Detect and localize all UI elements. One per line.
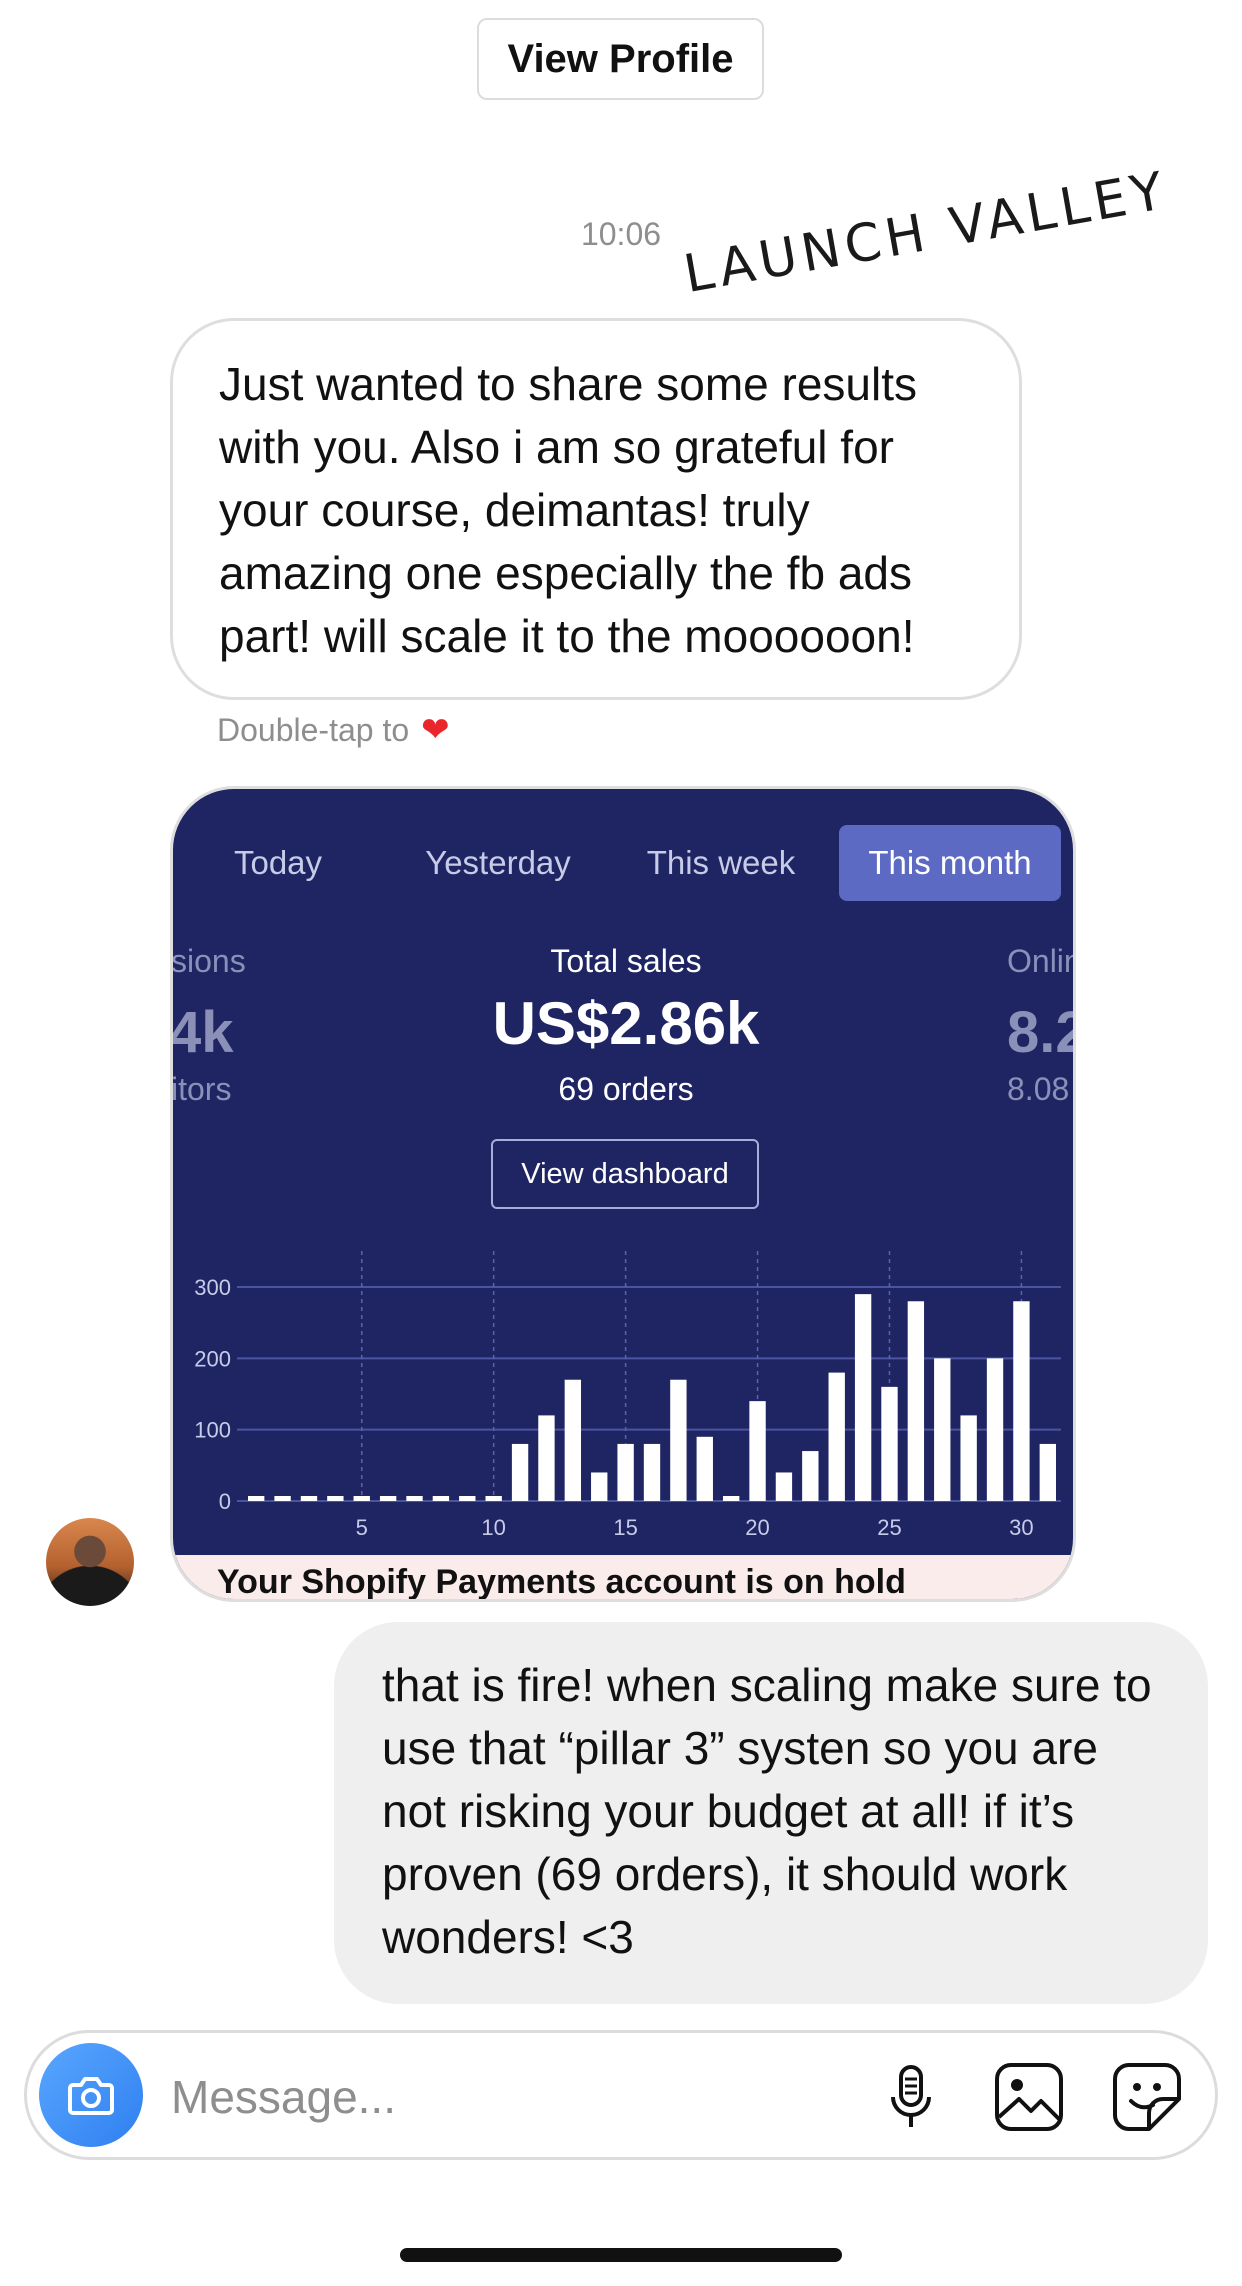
bar-zero <box>406 1496 423 1501</box>
microphone-icon[interactable] <box>875 2061 947 2133</box>
sticker-icon[interactable] <box>1111 2061 1183 2133</box>
bar-zero <box>248 1496 265 1501</box>
camera-button[interactable] <box>39 2043 143 2147</box>
heart-icon[interactable]: ❤ <box>421 710 450 750</box>
card-footer-text: Your Shopify Payments account is on hold <box>217 1563 906 1601</box>
bar <box>1013 1301 1030 1501</box>
x-tick-label: 25 <box>877 1515 901 1540</box>
bar <box>881 1386 898 1501</box>
bar <box>617 1443 634 1501</box>
bar <box>828 1372 845 1501</box>
x-tick-label: 30 <box>1009 1515 1033 1540</box>
message-input[interactable] <box>169 2061 733 2133</box>
bar <box>802 1451 819 1501</box>
x-tick-label: 10 <box>481 1515 505 1540</box>
bar-zero <box>485 1496 502 1501</box>
y-tick-label: 300 <box>194 1275 231 1300</box>
bar <box>591 1472 608 1501</box>
bar-zero <box>459 1496 476 1501</box>
bar-zero <box>300 1496 318 1501</box>
view-profile-button[interactable]: View Profile <box>477 18 764 100</box>
bar <box>696 1436 713 1501</box>
bar <box>670 1379 687 1501</box>
bar-zero <box>327 1496 344 1501</box>
bar <box>934 1358 951 1501</box>
x-tick-label: 15 <box>613 1515 637 1540</box>
home-indicator <box>400 2248 842 2262</box>
bar <box>775 1472 793 1501</box>
avatar[interactable] <box>46 1518 134 1606</box>
bar <box>749 1401 766 1501</box>
y-tick-label: 100 <box>194 1418 231 1443</box>
bar-zero <box>432 1496 450 1501</box>
x-tick-label: 5 <box>356 1515 368 1540</box>
camera-icon <box>68 2077 114 2115</box>
bar-zero <box>274 1496 291 1501</box>
message-composer <box>24 2030 1218 2160</box>
bar <box>854 1294 872 1501</box>
y-tick-label: 0 <box>219 1489 231 1514</box>
card-footer: Your Shopify Payments account is on hold <box>173 1555 1073 1601</box>
double-tap-label: Double-tap to <box>217 711 410 748</box>
y-tick-label: 200 <box>194 1346 231 1371</box>
double-tap-hint: Double-tap to ❤ <box>217 710 450 750</box>
bar <box>986 1358 1004 1501</box>
bar <box>511 1443 529 1501</box>
x-tick-label: 20 <box>745 1515 769 1540</box>
bar <box>1039 1443 1056 1501</box>
bar <box>643 1443 661 1501</box>
bar-zero <box>722 1496 740 1501</box>
sales-bar-chart: 0 100 200 300 5 10 15 20 25 30 <box>194 1251 1061 1540</box>
watermark-logo: LAUNCH VALLEY <box>679 160 1173 305</box>
bar-zero <box>353 1496 370 1501</box>
outgoing-message-bubble[interactable]: that is fire! when scaling make sure to … <box>334 1622 1208 2004</box>
bar <box>538 1415 555 1501</box>
bar-zero <box>379 1496 397 1501</box>
shared-image-card[interactable]: Today Yesterday This week This month sio… <box>170 786 1076 1602</box>
bar <box>907 1301 925 1501</box>
bar <box>960 1415 977 1501</box>
gallery-icon[interactable] <box>993 2061 1065 2133</box>
bar <box>564 1379 582 1501</box>
incoming-message-bubble[interactable]: Just wanted to share some results with y… <box>170 318 1022 700</box>
